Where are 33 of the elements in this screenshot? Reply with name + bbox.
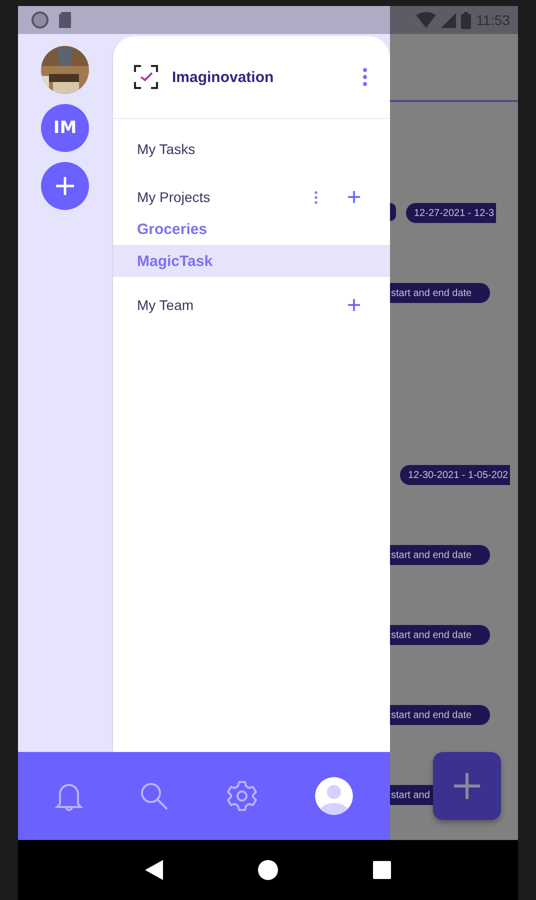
add-button[interactable] xyxy=(41,162,89,210)
search-icon[interactable] xyxy=(140,782,168,810)
date-pill: start and end date xyxy=(390,545,490,565)
add-fab[interactable] xyxy=(433,752,501,820)
section-label[interactable]: My Tasks xyxy=(137,141,360,157)
back-icon[interactable] xyxy=(145,860,164,880)
recents-icon[interactable] xyxy=(372,861,391,879)
profile-avatar-icon[interactable] xyxy=(315,777,354,815)
account-avatar[interactable]: IM xyxy=(41,104,89,152)
date-pill: start and end date xyxy=(390,625,490,645)
signal-icon xyxy=(441,12,456,28)
plus-icon xyxy=(454,773,480,799)
circle-icon xyxy=(31,11,49,29)
date-pill: 12-30-2021 - 1-05-202 xyxy=(400,465,510,485)
workspace-title: Imaginovation xyxy=(172,68,275,86)
home-icon[interactable] xyxy=(258,860,278,880)
section-label[interactable]: My Team xyxy=(137,297,348,313)
battery-icon xyxy=(461,12,471,28)
checkbox-logo-icon xyxy=(134,65,158,89)
date-pill: start and end date xyxy=(390,705,490,725)
more-icon[interactable] xyxy=(314,190,318,204)
date-pill: 12-27-2021 - 12-3 xyxy=(406,203,496,223)
more-icon[interactable] xyxy=(362,68,368,86)
project-item[interactable]: Groceries xyxy=(113,213,390,245)
settings-icon[interactable] xyxy=(226,780,258,812)
tag-pill xyxy=(390,203,396,221)
section-label[interactable]: My Projects xyxy=(137,189,314,205)
date-pill: start and end date xyxy=(390,283,490,303)
plus-icon[interactable] xyxy=(348,191,360,203)
plus-icon xyxy=(55,176,75,196)
wifi-icon xyxy=(416,12,436,28)
sd-card-icon xyxy=(59,12,71,28)
plus-icon[interactable] xyxy=(348,299,360,311)
